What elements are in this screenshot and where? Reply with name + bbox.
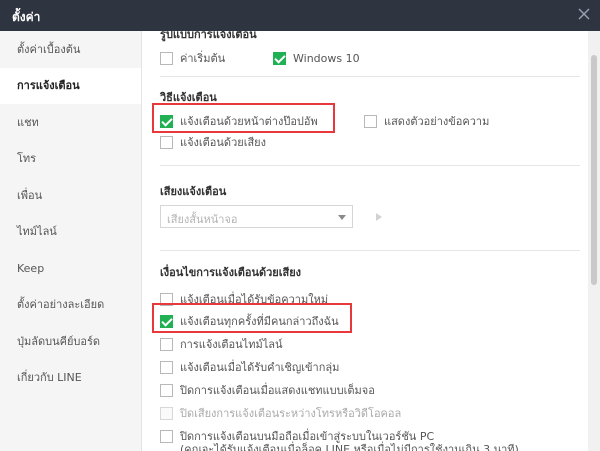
checkbox-disabled[interactable] bbox=[160, 406, 173, 420]
window-title: ตั้งค่า bbox=[12, 10, 41, 24]
sidebar-item-notifications[interactable]: การแจ้งเตือน bbox=[0, 68, 141, 104]
scrollbar[interactable] bbox=[588, 31, 600, 451]
option-label: แจ้งเตือนด้วยหน้าต่างป๊อปอัพ bbox=[180, 115, 318, 128]
scroll-thumb[interactable] bbox=[591, 55, 597, 285]
close-icon[interactable] bbox=[577, 7, 591, 21]
method-section-title: วิธีแจ้งเตือน bbox=[160, 91, 217, 104]
option-timeline-notification[interactable]: การแจ้งเตือนไทม์ไลน์ bbox=[160, 336, 283, 352]
checkbox[interactable] bbox=[160, 337, 173, 351]
checkbox[interactable] bbox=[160, 51, 173, 65]
sidebar-item-timeline[interactable]: ไทม์ไลน์ bbox=[0, 214, 141, 250]
checkbox[interactable] bbox=[364, 114, 377, 128]
title-bar: ตั้งค่า bbox=[0, 0, 600, 31]
option-new-message[interactable]: แจ้งเตือนเมื่อได้รับข้อความใหม่ bbox=[160, 291, 328, 307]
divider bbox=[160, 76, 580, 77]
conditions-section-title: เงื่อนไขการแจ้งเตือนด้วยเสียง bbox=[160, 266, 302, 279]
option-windows10-style[interactable]: Windows 10 bbox=[273, 50, 360, 66]
option-message-preview[interactable]: แสดงตัวอย่างข้อความ bbox=[364, 113, 489, 129]
option-label: แจ้งเตือนทุกครั้งที่มีคนกล่าวถึงฉัน bbox=[180, 315, 339, 328]
option-label: แจ้งเตือนเมื่อได้รับข้อความใหม่ bbox=[180, 293, 329, 306]
checkbox-checked[interactable] bbox=[160, 314, 173, 328]
option-label: การแจ้งเตือนไทม์ไลน์ bbox=[180, 338, 283, 351]
option-label: ปิดการแจ้งเตือนเมื่อแสดงแชทแบบเต็มจอ bbox=[180, 384, 375, 397]
option-label: ค่าเริ่มต้น bbox=[180, 52, 226, 65]
chevron-down-icon bbox=[338, 215, 346, 220]
sidebar-item-about[interactable]: เกี่ยวกับ LINE bbox=[0, 360, 141, 396]
option-default-style[interactable]: ค่าเริ่มต้น bbox=[160, 50, 225, 66]
sidebar-item-advanced[interactable]: ตั้งค่าอย่างละเอียด bbox=[0, 287, 141, 323]
settings-sidebar: ตั้งค่าเบื้องต้น การแจ้งเตือน แชท โทร เพ… bbox=[0, 31, 142, 451]
checkbox-checked[interactable] bbox=[160, 114, 173, 128]
option-fullscreen-mute[interactable]: ปิดการแจ้งเตือนเมื่อแสดงแชทแบบเต็มจอ bbox=[160, 382, 375, 398]
checkbox[interactable] bbox=[160, 429, 173, 443]
sidebar-item-calls[interactable]: โทร bbox=[0, 141, 141, 177]
sound-select-value: เสียงสั้นหน้าจอ bbox=[167, 213, 238, 226]
style-section-title: รูปแบบการแจ้งเตือน bbox=[160, 31, 257, 41]
option-call-mute[interactable]: ปิดเสียงการแจ้งเตือนระหว่างโทรหรือวิดีโอ… bbox=[160, 405, 401, 421]
divider bbox=[160, 250, 580, 251]
checkbox-checked[interactable] bbox=[273, 51, 286, 65]
option-popup-notification[interactable]: แจ้งเตือนด้วยหน้าต่างป๊อปอัพ bbox=[160, 113, 318, 129]
checkbox[interactable] bbox=[160, 360, 173, 374]
option-group-invite[interactable]: แจ้งเตือนเมื่อได้รับคำเชิญเข้ากลุ่ม bbox=[160, 359, 339, 375]
play-icon[interactable] bbox=[368, 207, 388, 227]
checkbox[interactable] bbox=[160, 135, 173, 149]
option-mentions[interactable]: แจ้งเตือนทุกครั้งที่มีคนกล่าวถึงฉัน bbox=[160, 313, 339, 329]
option-note: (คุณจะได้รับแจ้งเตือนเมื่อล็อค LINE หรือ… bbox=[180, 443, 519, 451]
option-label: ปิดเสียงการแจ้งเตือนระหว่างโทรหรือวิดีโอ… bbox=[180, 407, 402, 420]
checkbox[interactable] bbox=[160, 292, 173, 306]
sound-select[interactable]: เสียงสั้นหน้าจอ bbox=[160, 205, 353, 228]
option-label: แจ้งเตือนเมื่อได้รับคำเชิญเข้ากลุ่ม bbox=[180, 361, 340, 374]
option-label: Windows 10 bbox=[293, 51, 360, 65]
sidebar-item-shortcuts[interactable]: ปุ่มลัดบนคีย์บอร์ด bbox=[0, 324, 141, 360]
checkbox[interactable] bbox=[160, 383, 173, 397]
option-label: แสดงตัวอย่างข้อความ bbox=[384, 115, 490, 128]
divider bbox=[160, 165, 580, 166]
sidebar-item-chat[interactable]: แชท bbox=[0, 105, 141, 141]
option-sound-notification[interactable]: แจ้งเตือนด้วยเสียง bbox=[160, 134, 266, 150]
sidebar-item-friends[interactable]: เพื่อน bbox=[0, 178, 141, 214]
sidebar-item-general[interactable]: ตั้งค่าเบื้องต้น bbox=[0, 32, 141, 68]
sound-section-title: เสียงแจ้งเตือน bbox=[160, 185, 227, 198]
settings-main: รูปแบบการแจ้งเตือน ค่าเริ่มต้น Windows 1… bbox=[143, 31, 588, 451]
option-label: แจ้งเตือนด้วยเสียง bbox=[180, 136, 266, 149]
sidebar-item-keep[interactable]: Keep bbox=[0, 251, 141, 287]
